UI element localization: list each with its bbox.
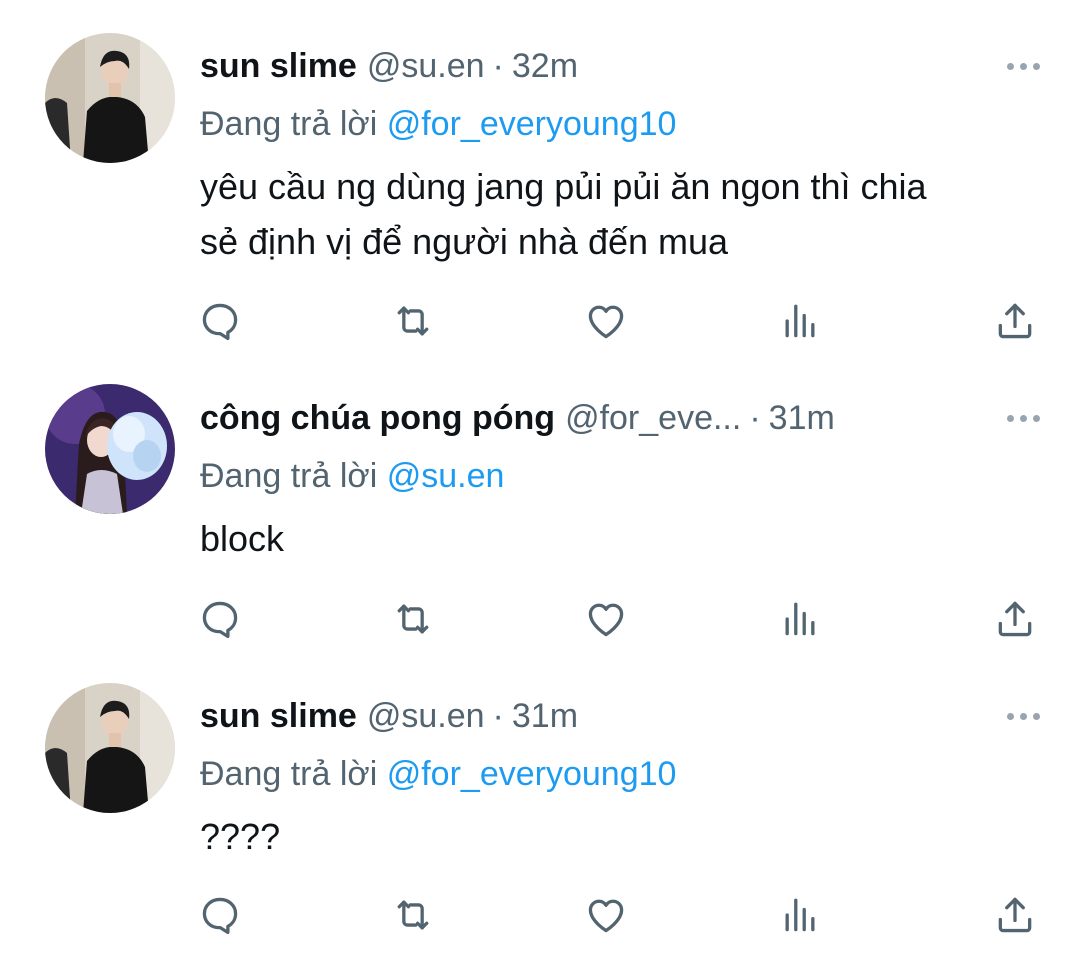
avatar[interactable] (45, 384, 175, 514)
tweet-text-line: yêu cầu ng dùng jang pủi pủi ăn ngon thì… (200, 166, 927, 207)
reply-context: Đang trả lời @for_everyoung10 (200, 99, 1040, 149)
share-icon[interactable] (990, 890, 1040, 940)
retweet-icon[interactable] (388, 890, 438, 940)
author-handle[interactable]: @su.en (367, 41, 485, 91)
like-icon[interactable] (581, 296, 631, 346)
tweet-text-line: block (200, 518, 285, 559)
reply-icon[interactable] (195, 890, 245, 940)
avatar[interactable] (45, 33, 175, 163)
author-name[interactable]: sun slime (200, 691, 357, 741)
views-icon[interactable] (775, 296, 825, 346)
reply-mention[interactable]: @su.en (387, 457, 505, 495)
action-bar (195, 890, 1040, 940)
reply-prefix: Đang trả lời (200, 105, 378, 143)
action-bar (195, 296, 1040, 346)
tweet-text-line: ???? (200, 816, 281, 857)
avatar[interactable] (45, 683, 175, 813)
tweet-text: block (200, 511, 1040, 566)
more-icon[interactable] (1007, 393, 1040, 443)
reply-mention[interactable]: @for_everyoung10 (387, 105, 677, 143)
author-handle[interactable]: @su.en (367, 691, 485, 741)
separator-dot: · (749, 399, 761, 437)
author-name[interactable]: sun slime (200, 41, 357, 91)
tweet-text: ???? (200, 809, 1040, 864)
separator-dot: · (492, 697, 504, 735)
reply-mention[interactable]: @for_everyoung10 (387, 755, 677, 793)
timestamp[interactable]: 32m (512, 41, 578, 91)
like-icon[interactable] (581, 890, 631, 940)
reply-prefix: Đang trả lời (200, 457, 378, 495)
retweet-icon[interactable] (388, 594, 438, 644)
reply-icon[interactable] (195, 594, 245, 644)
separator-dot: · (492, 47, 504, 85)
more-icon[interactable] (1007, 691, 1040, 741)
timestamp[interactable]: 31m (769, 393, 835, 443)
reply-context: Đang trả lời @for_everyoung10 (200, 749, 1040, 799)
share-icon[interactable] (990, 594, 1040, 644)
share-icon[interactable] (990, 296, 1040, 346)
views-icon[interactable] (775, 890, 825, 940)
author-handle[interactable]: @for_eve... (565, 393, 741, 443)
retweet-icon[interactable] (388, 296, 438, 346)
tweet-text: yêu cầu ng dùng jang pủi pủi ăn ngon thì… (200, 159, 1040, 269)
views-icon[interactable] (775, 594, 825, 644)
reply-context: Đang trả lời @su.en (200, 451, 1040, 501)
like-icon[interactable] (581, 594, 631, 644)
action-bar (195, 594, 1040, 644)
reply-icon[interactable] (195, 296, 245, 346)
tweet-text-line: sẻ định vị để người nhà đến mua (200, 221, 729, 262)
author-name[interactable]: công chúa pong póng (200, 393, 555, 443)
more-icon[interactable] (1007, 41, 1040, 91)
reply-prefix: Đang trả lời (200, 755, 378, 793)
timestamp[interactable]: 31m (512, 691, 578, 741)
